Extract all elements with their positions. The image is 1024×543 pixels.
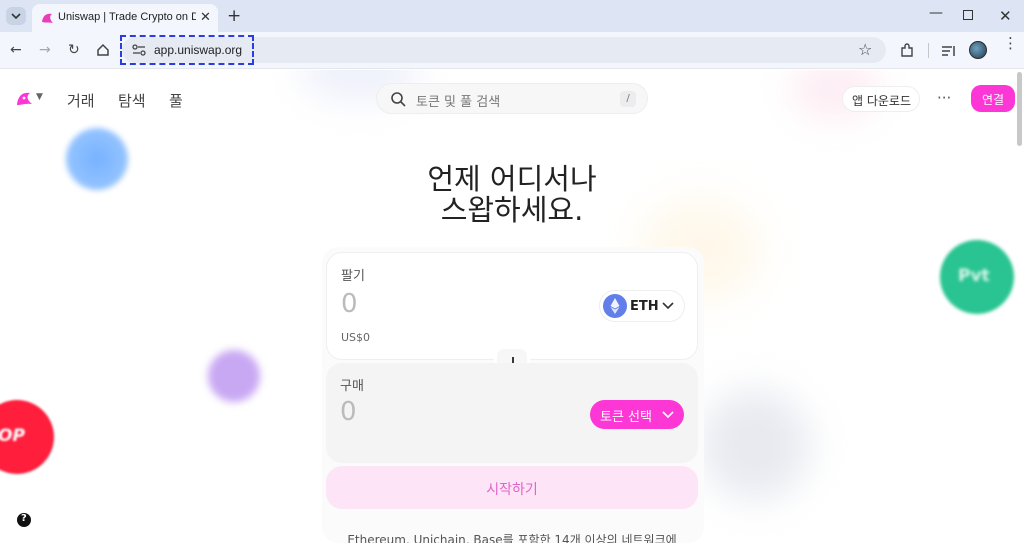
bookmark-star-icon[interactable]: ☆ (858, 40, 872, 59)
forward-icon[interactable]: → (39, 43, 51, 57)
nav-link-pool[interactable]: 풀 (169, 90, 183, 111)
uniswap-favicon (42, 13, 53, 23)
sell-amount-input[interactable]: 0 (341, 289, 358, 319)
tab-title: Uniswap | Trade Crypto on De (58, 11, 196, 23)
search-shortcut-badge: / (620, 91, 636, 107)
minimize-icon[interactable]: — (929, 5, 943, 21)
hero-line-1: 언제 어디서나 (427, 162, 597, 196)
new-tab-icon[interactable]: + (227, 6, 241, 26)
help-icon: ? (21, 513, 27, 524)
url-highlight-box (120, 35, 254, 65)
select-token-label: 토큰 선택 (600, 410, 652, 425)
connect-button[interactable]: 연결 (971, 85, 1015, 112)
reading-list-icon[interactable] (941, 44, 957, 58)
extensions-icon[interactable] (899, 43, 915, 59)
browser-tab[interactable]: Uniswap | Trade Crypto on De ✕ (32, 4, 218, 32)
logo-chevron-icon[interactable]: ▼ (36, 92, 43, 102)
red-coin-icon: OP (0, 400, 54, 474)
hero-line-2: 스왑하세요. (440, 193, 584, 227)
reload-icon[interactable]: ↻ (68, 43, 80, 57)
sell-label: 팔기 (341, 269, 365, 284)
hero-heading: 언제 어디서나 스왑하세요. (0, 164, 1024, 226)
buy-panel[interactable]: 구매 0 토큰 선택 (326, 363, 698, 463)
sell-usd-value: US$0 (341, 331, 371, 344)
back-icon[interactable]: ← (10, 43, 22, 57)
profile-avatar[interactable] (969, 41, 987, 59)
toolbar-divider (928, 43, 929, 58)
search-placeholder: 토큰 및 풀 검색 (416, 95, 501, 110)
purple-coin-icon (208, 350, 260, 402)
browser-tab-bar: Uniswap | Trade Crypto on De ✕ + — ✕ (0, 0, 1024, 32)
start-button[interactable]: 시작하기 (326, 466, 698, 509)
chevron-down-icon (662, 411, 674, 419)
buy-label: 구매 (340, 379, 364, 394)
token-search-bar[interactable]: 토큰 및 풀 검색 / (376, 83, 648, 114)
home-icon[interactable] (96, 43, 110, 57)
browser-toolbar: ← → ↻ app.uniswap.org ☆ ⋮ (0, 32, 1024, 69)
search-icon (391, 92, 406, 107)
bg-glow-bottom-grey (700, 390, 810, 500)
start-label: 시작하기 (486, 482, 538, 498)
red-coin-label: OP (0, 426, 25, 446)
restore-icon[interactable] (963, 10, 973, 20)
sell-token-symbol: ETH (630, 299, 659, 314)
select-token-button[interactable]: 토큰 선택 (590, 400, 684, 429)
tab-list-icon[interactable] (6, 7, 26, 25)
more-menu-icon[interactable]: ⋮ (1003, 36, 1018, 51)
uniswap-page: OP Pvt ▼ 거래 탐색 풀 토큰 및 풀 검색 / 앱 다운로드 ··· … (0, 70, 1024, 543)
uniswap-logo-icon[interactable] (14, 89, 36, 109)
green-coin-label: Pvt (958, 266, 990, 286)
more-options-icon[interactable]: ··· (937, 89, 951, 107)
sell-token-selector[interactable]: ETH (599, 290, 685, 322)
window-close-icon[interactable]: ✕ (999, 7, 1012, 25)
nav-link-trade[interactable]: 거래 (67, 90, 95, 111)
help-button[interactable]: ? (17, 513, 31, 527)
chevron-down-icon (662, 302, 674, 310)
network-description: Ethereum, Unichain, Base를 포함한 14개 이상의 네트… (347, 533, 677, 543)
sell-panel[interactable]: 팔기 0 ETH US$0 (326, 252, 698, 360)
scrollbar-thumb[interactable] (1017, 72, 1022, 146)
connect-label: 연결 (982, 93, 1005, 107)
nav-link-explore[interactable]: 탐색 (118, 90, 146, 111)
download-app-button[interactable]: 앱 다운로드 (842, 86, 920, 112)
download-app-label: 앱 다운로드 (852, 94, 912, 108)
green-coin-icon: Pvt (940, 240, 1014, 314)
buy-amount-input[interactable]: 0 (340, 397, 357, 427)
close-icon[interactable]: ✕ (200, 10, 211, 25)
eth-token-icon (603, 294, 627, 318)
